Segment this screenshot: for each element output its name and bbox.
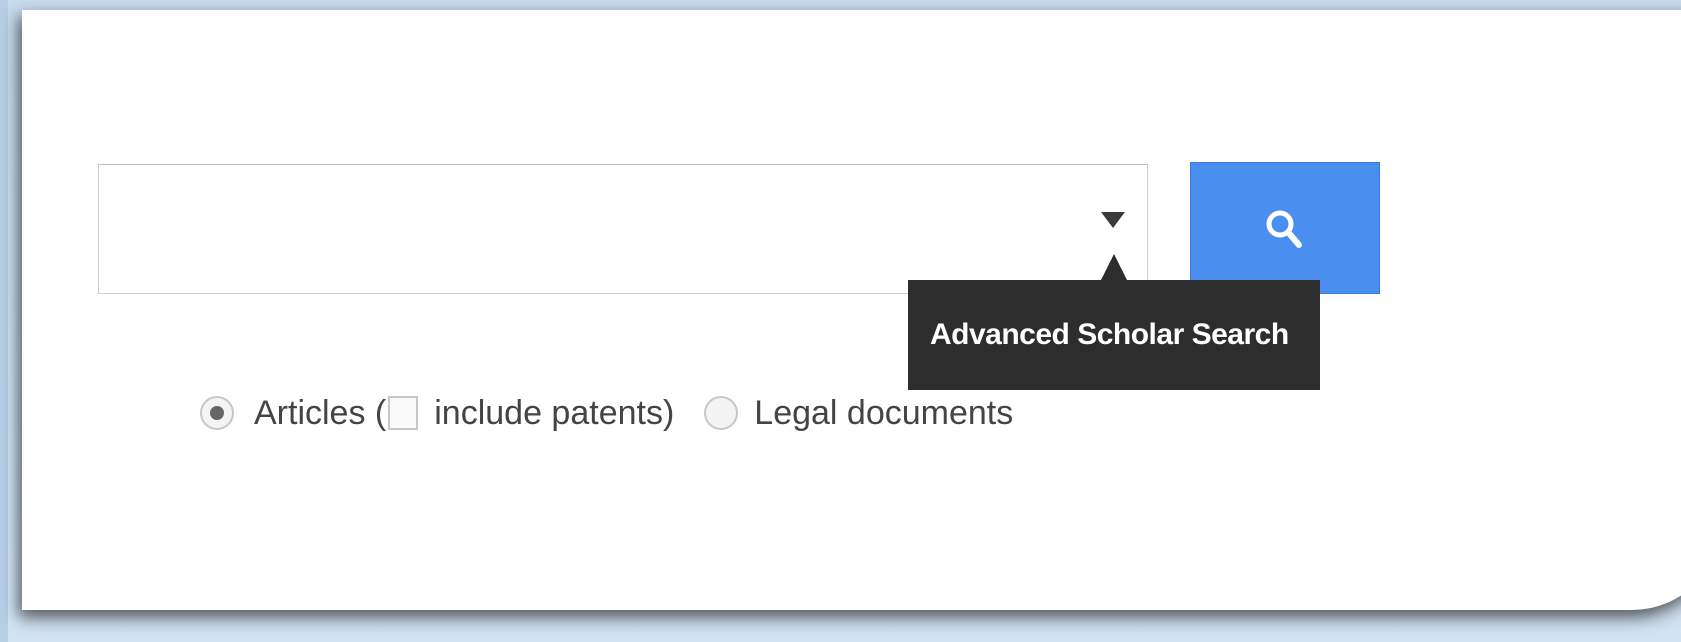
include-patents-label[interactable]: include patents): [434, 394, 674, 433]
tooltip-pointer: [1101, 254, 1127, 280]
search-input[interactable]: [105, 171, 1089, 289]
legal-documents-radio[interactable]: [704, 396, 739, 430]
search-panel: [22, 10, 1681, 610]
articles-label[interactable]: Articles (: [254, 394, 386, 433]
tooltip-label: Advanced Scholar Search: [930, 318, 1289, 351]
search-scope-options: Articles ( include patents) Legal docume…: [200, 388, 1013, 438]
window-left-edge: [0, 0, 8, 642]
magnifier-icon: [1266, 210, 1302, 248]
include-patents-checkbox[interactable]: [388, 396, 419, 430]
articles-radio[interactable]: [200, 396, 234, 430]
search-button[interactable]: [1190, 162, 1380, 294]
legal-documents-label[interactable]: Legal documents: [754, 394, 1013, 433]
search-box[interactable]: [98, 164, 1148, 294]
triangle-down-icon[interactable]: [1101, 212, 1125, 228]
advanced-search-tooltip: Advanced Scholar Search: [908, 280, 1320, 390]
